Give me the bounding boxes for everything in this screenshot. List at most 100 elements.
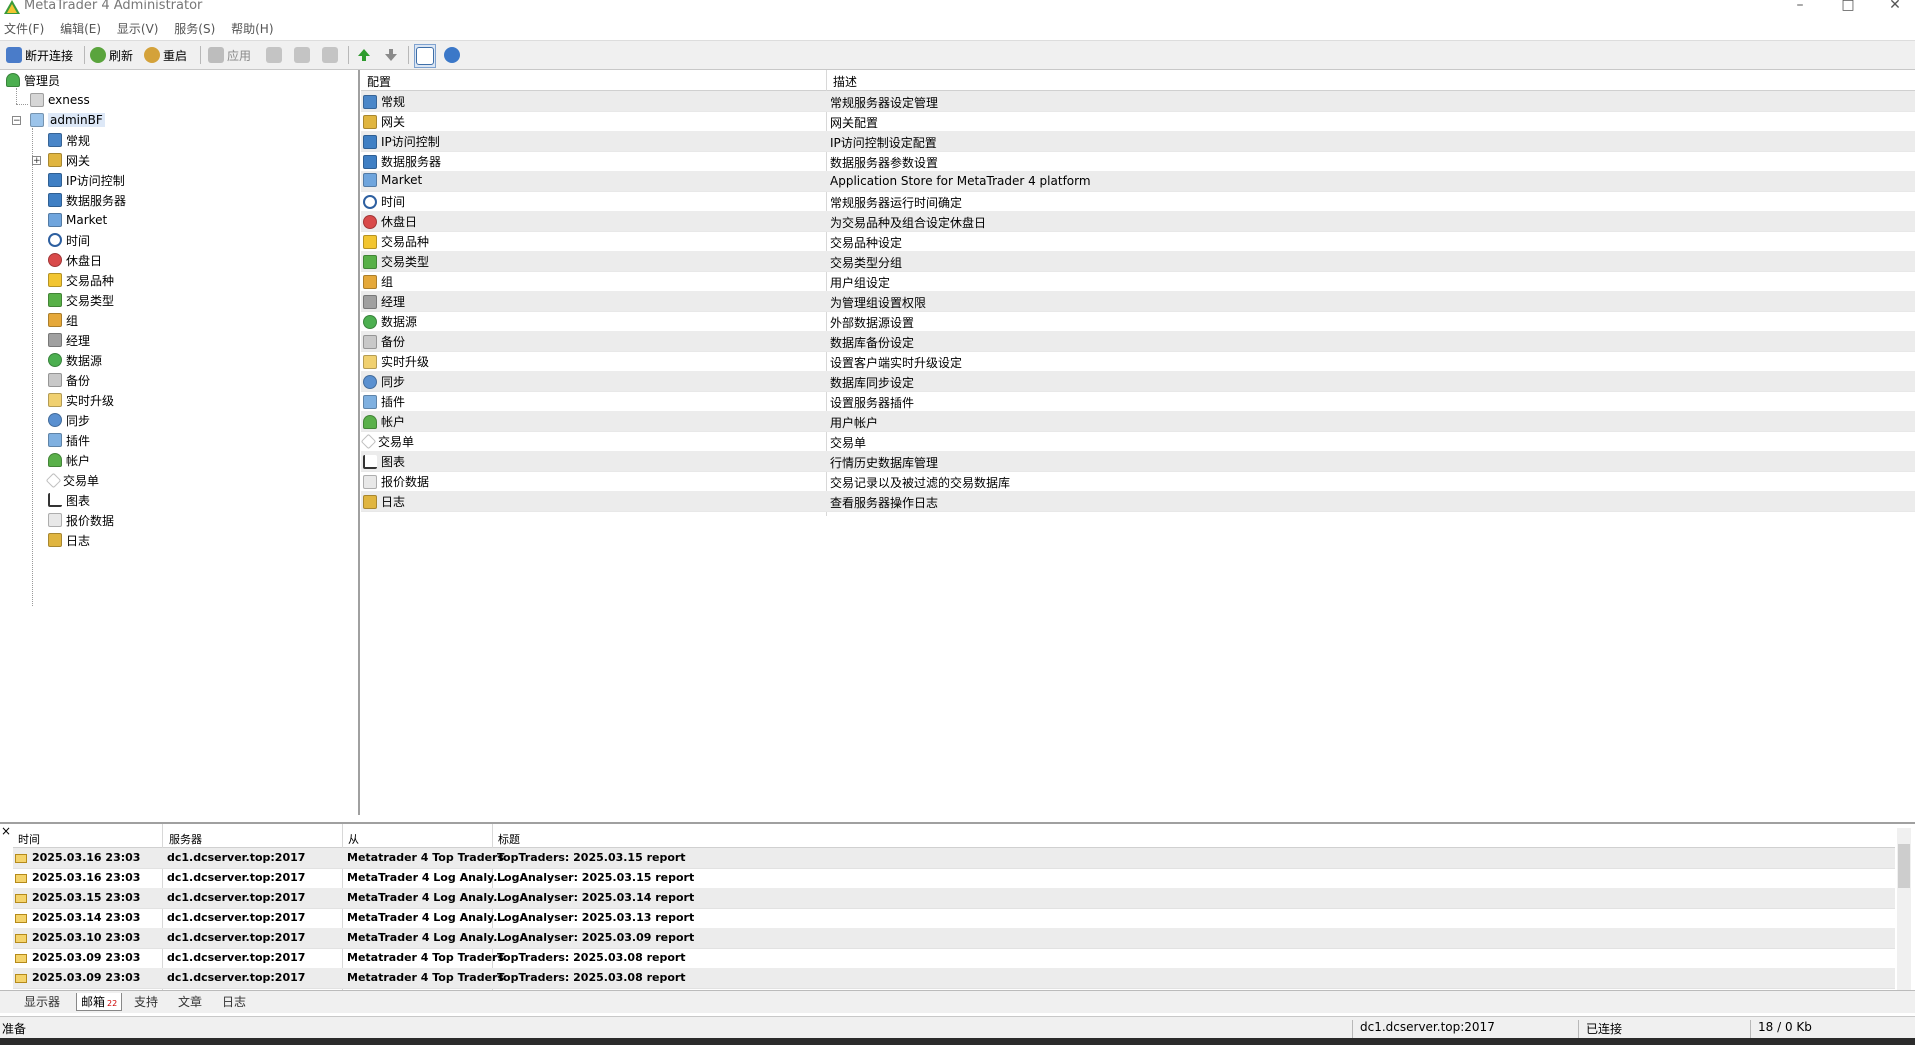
navigator-toggle-button[interactable] — [414, 44, 436, 68]
tree-item-general[interactable]: 常规 — [48, 131, 90, 149]
sync-icon — [48, 413, 62, 427]
delete-button[interactable] — [322, 45, 338, 65]
holiday-icon — [48, 253, 62, 267]
col-server-header[interactable]: 服务器 — [169, 831, 202, 847]
apply-icon — [208, 47, 224, 63]
mail-row[interactable]: 2025.03.14 23:03 dc1.dcserver.top:2017 M… — [13, 908, 1895, 929]
minimize-button[interactable]: – — [1785, 0, 1815, 15]
tree-item-charts[interactable]: 图表 — [48, 491, 90, 509]
config-row[interactable]: 帐户 用户帐户 — [361, 411, 1915, 432]
tree-item-securities[interactable]: 交易类型 — [48, 291, 114, 309]
tree-item-orders[interactable]: 交易单 — [45, 471, 99, 489]
col-config-header[interactable]: 配置 — [367, 73, 391, 90]
mail-row[interactable]: 2025.03.15 23:03 dc1.dcserver.top:2017 M… — [13, 888, 1895, 909]
server-icon — [30, 113, 44, 127]
config-row[interactable]: 数据源 外部数据源设置 — [361, 311, 1915, 332]
tree-root-admin[interactable]: 管理员 — [6, 71, 60, 89]
menu-view[interactable]: 显示(V) — [113, 18, 167, 37]
refresh-button[interactable]: 刷新 — [90, 45, 133, 65]
tree-item-gateway[interactable]: 网关 — [48, 151, 90, 169]
envelope-icon — [15, 933, 27, 943]
mail-row[interactable]: 2025.03.09 23:03 dc1.dcserver.top:2017 M… — [13, 948, 1895, 969]
tree-item-managers[interactable]: 经理 — [48, 331, 90, 349]
config-row[interactable]: 经理 为管理组设置权限 — [361, 291, 1915, 312]
tree-server-adminbf[interactable]: adminBF — [30, 111, 105, 129]
expand-toggle[interactable]: + — [32, 156, 41, 166]
managers-icon — [363, 294, 377, 309]
tab-articles[interactable]: 文章 — [174, 993, 206, 1010]
config-row[interactable]: 交易类型 交易类型分组 — [361, 251, 1915, 272]
toolbar: 断开连接 刷新 重启 应用 — [0, 40, 1915, 70]
status-server: dc1.dcserver.top:2017 — [1360, 1020, 1495, 1034]
config-row[interactable]: 常规 常规服务器设定管理 — [361, 91, 1915, 112]
tree-item-holidays[interactable]: 休盘日 — [48, 251, 102, 269]
config-row[interactable]: 交易品种 交易品种设定 — [361, 231, 1915, 252]
config-row[interactable]: 实时升级 设置客户端实时升级设定 — [361, 351, 1915, 372]
mail-row[interactable]: 2025.03.10 23:03 dc1.dcserver.top:2017 M… — [13, 928, 1895, 949]
tree-server-exness[interactable]: exness — [30, 91, 90, 109]
config-row[interactable]: 数据服务器 数据服务器参数设置 — [361, 151, 1915, 172]
config-row[interactable]: 休盘日 为交易品种及组合设定休盘日 — [361, 211, 1915, 232]
terminal-tabs: 显示器 邮箱 22 支持 文章 日志 — [0, 990, 1915, 1013]
tree-item-ticks[interactable]: 报价数据 — [48, 511, 114, 529]
tree-item-groups[interactable]: 组 — [48, 311, 78, 329]
config-row[interactable]: IP访问控制 IP访问控制设定配置 — [361, 131, 1915, 152]
copy-button[interactable] — [294, 45, 310, 65]
mail-scrollbar-thumb[interactable] — [1898, 844, 1910, 888]
config-row[interactable]: 同步 数据库同步设定 — [361, 371, 1915, 392]
maximize-button[interactable]: □ — [1833, 0, 1863, 15]
os-taskbar — [0, 1038, 1915, 1045]
config-row[interactable]: 报价数据 交易记录以及被过滤的交易数据库 — [361, 471, 1915, 492]
menu-file[interactable]: 文件(F) — [0, 18, 52, 37]
tree-item-plugins[interactable]: 插件 — [48, 431, 90, 449]
add-button[interactable] — [266, 45, 282, 65]
apply-button[interactable]: 应用 — [208, 45, 251, 65]
tab-journal[interactable]: 日志 — [218, 993, 250, 1010]
config-row[interactable]: 网关 网关配置 — [361, 111, 1915, 132]
restart-button[interactable]: 重启 — [144, 45, 187, 65]
move-up-button[interactable] — [356, 45, 372, 65]
config-row[interactable]: 插件 设置服务器插件 — [361, 391, 1915, 412]
mail-row[interactable]: 2025.03.09 23:03 dc1.dcserver.top:2017 M… — [13, 968, 1895, 989]
collapse-toggle[interactable]: − — [12, 116, 21, 126]
col-subject-header[interactable]: 标题 — [498, 831, 520, 847]
tab-mailbox[interactable]: 邮箱 22 — [76, 993, 123, 1011]
config-row[interactable]: 备份 数据库备份设定 — [361, 331, 1915, 352]
col-time-header[interactable]: 时间 — [18, 831, 40, 847]
add-icon — [266, 47, 282, 63]
chart-icon — [48, 493, 62, 507]
close-button[interactable]: ✕ — [1880, 0, 1910, 15]
securities-icon — [48, 293, 62, 307]
menu-edit[interactable]: 编辑(E) — [56, 18, 109, 37]
tree-item-journal[interactable]: 日志 — [48, 531, 90, 549]
tree-item-symbols[interactable]: 交易品种 — [48, 271, 114, 289]
tree-item-time[interactable]: 时间 — [48, 231, 90, 249]
tree-item-ip-access[interactable]: IP访问控制 — [48, 171, 125, 189]
menu-service[interactable]: 服务(S) — [170, 18, 223, 37]
config-row[interactable]: 时间 常规服务器运行时间确定 — [361, 191, 1915, 212]
tree-item-backup[interactable]: 备份 — [48, 371, 90, 389]
tab-support[interactable]: 支持 — [130, 993, 162, 1010]
col-from-header[interactable]: 从 — [348, 831, 359, 847]
mail-row[interactable]: 2025.03.16 23:03 dc1.dcserver.top:2017 M… — [13, 848, 1895, 869]
help-button[interactable] — [444, 45, 460, 65]
menu-help[interactable]: 帮助(H) — [227, 18, 281, 37]
config-row[interactable]: 日志 查看服务器操作日志 — [361, 491, 1915, 512]
config-row[interactable]: 交易单 交易单 — [360, 431, 1915, 452]
panel-close-button[interactable]: × — [1, 824, 11, 838]
config-row[interactable]: Market Application Store for MetaTrader 4… — [361, 171, 1915, 192]
tree-item-accounts[interactable]: 帐户 — [48, 451, 90, 469]
tree-item-live-update[interactable]: 实时升级 — [48, 391, 114, 409]
tree-item-datafeeds[interactable]: 数据源 — [48, 351, 102, 369]
disconnect-button[interactable]: 断开连接 — [6, 45, 73, 65]
tree-item-data-server[interactable]: 数据服务器 — [48, 191, 126, 209]
col-desc-header[interactable]: 描述 — [833, 73, 857, 90]
tab-monitor[interactable]: 显示器 — [20, 993, 64, 1010]
mail-row[interactable]: 2025.03.16 23:03 dc1.dcserver.top:2017 M… — [13, 868, 1895, 889]
move-down-button[interactable] — [383, 45, 399, 65]
ip-access-icon — [48, 173, 62, 187]
tree-item-market[interactable]: Market — [48, 211, 107, 229]
tree-item-synchronization[interactable]: 同步 — [48, 411, 90, 429]
config-row[interactable]: 图表 行情历史数据库管理 — [361, 451, 1915, 472]
config-row[interactable]: 组用户组设定 — [361, 271, 1915, 292]
